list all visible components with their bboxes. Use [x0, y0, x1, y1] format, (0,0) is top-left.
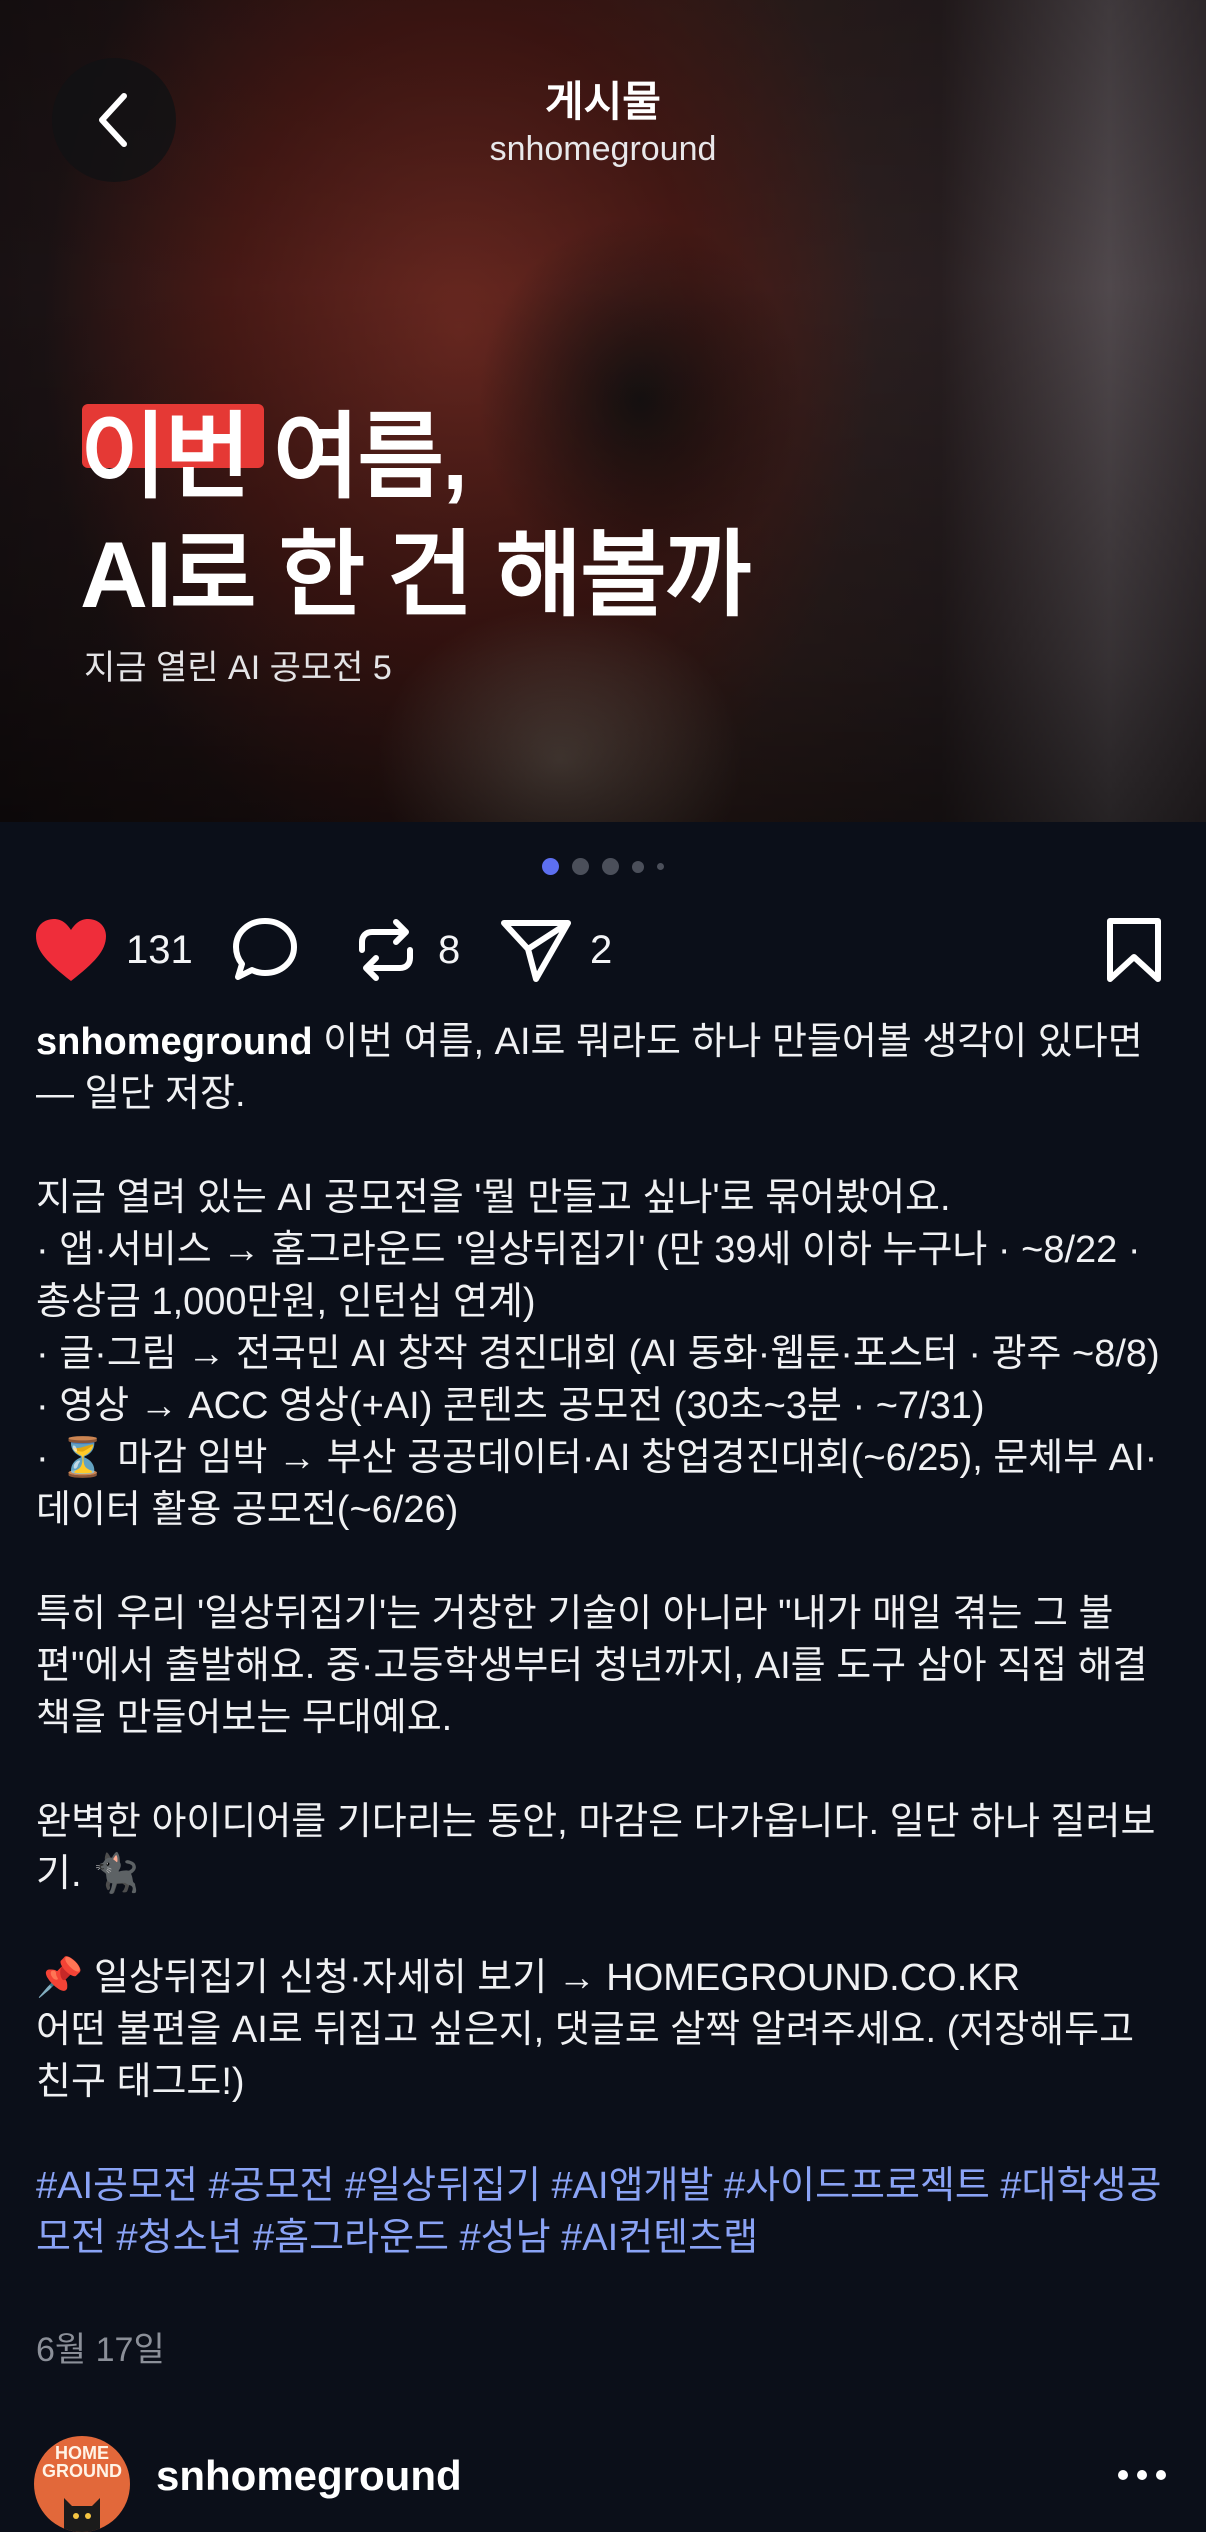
repost-button[interactable]: 8: [352, 910, 460, 990]
send-icon: [501, 920, 571, 982]
heart-filled-icon: [36, 919, 106, 981]
post-date: 6월 17일: [36, 2331, 165, 2369]
cat-logo-icon: [64, 2498, 100, 2532]
share-count: 2: [590, 927, 613, 972]
carousel-dot-2: [572, 858, 589, 875]
caption-bullet-deadline: · ⏳ 마감 임박 → 부산 공공데이터·AI 창업경진대회(~6/25), 문…: [36, 1437, 1158, 1531]
like-count: 131: [126, 927, 193, 972]
hero-headline-line1: 이번 여름,: [80, 404, 468, 509]
caption-hashtags[interactable]: #AI공모전 #공모전 #일상뒤집기 #AI앱개발 #사이드프로젝트 #대학생공…: [36, 2160, 1176, 2264]
caption-bullet-app: · 앱·서비스 → 홈그라운드 '일상뒤집기' (만 39세 이하 누구나 · …: [36, 1229, 1141, 1323]
page-subtitle-username[interactable]: snhomeground: [0, 130, 1206, 169]
like-button[interactable]: 131: [34, 910, 193, 990]
page-title: 게시물: [545, 78, 661, 125]
more-dots-icon: [1137, 2470, 1147, 2480]
comment-bubble-icon: [233, 918, 297, 980]
repost-count: 8: [438, 927, 461, 972]
share-button[interactable]: 2: [500, 910, 612, 990]
carousel-dot-5: [657, 863, 664, 870]
bookmark-icon: [1107, 918, 1161, 982]
carousel-dot-1: [542, 858, 559, 875]
more-dots-icon: [1156, 2470, 1166, 2480]
caption-cta-ask: 어떤 불편을 AI로 뒤집고 싶은지, 댓글로 살짝 알려주세요. (저장해두고…: [36, 2009, 1135, 2103]
more-options-button[interactable]: [1118, 2470, 1166, 2480]
post-image[interactable]: 게시물 snhomeground 이번 여름, AI로 한 건 해볼까 지금 열…: [0, 0, 1206, 822]
caption-intro: snhomeground 이번 여름, AI로 뭐라도 하나 만들어볼 생각이 …: [36, 1016, 1176, 1120]
caption-deadline-paragraph: 완벽한 아이디어를 기다리는 동안, 마감은 다가옵니다. 일단 하나 질러보기…: [36, 1801, 1156, 1895]
caption-cta-link: 📌 일상뒤집기 신청·자세히 보기 → HOMEGROUND.CO.KR: [36, 1957, 1021, 1999]
hero-headline: 이번 여름, AI로 한 건 해볼까: [80, 398, 751, 634]
avatar[interactable]: HOME GROUND: [34, 2436, 130, 2532]
caption-username[interactable]: snhomeground: [36, 1021, 313, 1063]
bookmark-button[interactable]: [1104, 910, 1164, 990]
hero-subtext: 지금 열린 AI 공모전 5: [84, 649, 392, 687]
hero-headline-line2: AI로 한 건 해볼까: [80, 522, 751, 627]
caption-bullet-video: · 영상 → ACC 영상(+AI) 콘텐츠 공모전 (30초~3분 · ~7/…: [36, 1385, 985, 1427]
more-dots-icon: [1118, 2470, 1128, 2480]
carousel-dot-4: [632, 860, 644, 873]
post-caption: snhomeground 이번 여름, AI로 뭐라도 하나 만들어볼 생각이 …: [36, 1016, 1176, 2264]
caption-bullet-writing: · 글·그림 → 전국민 AI 창작 경진대회 (AI 동화·웹툰·포스터 · …: [36, 1333, 1160, 1375]
repost-icon: [359, 919, 413, 981]
caption-summary: 지금 열려 있는 AI 공모전을 '뭘 만들고 싶나'로 묶어봤어요.: [36, 1177, 951, 1219]
caption-highlight-paragraph: 특히 우리 '일상뒤집기'는 거창한 기술이 아니라 "내가 매일 겪는 그 불…: [36, 1593, 1148, 1739]
comment-button[interactable]: [230, 910, 300, 990]
carousel-indicator: [0, 858, 1206, 875]
action-bar: 131 8 2: [34, 910, 1174, 990]
carousel-dot-3: [602, 858, 619, 875]
